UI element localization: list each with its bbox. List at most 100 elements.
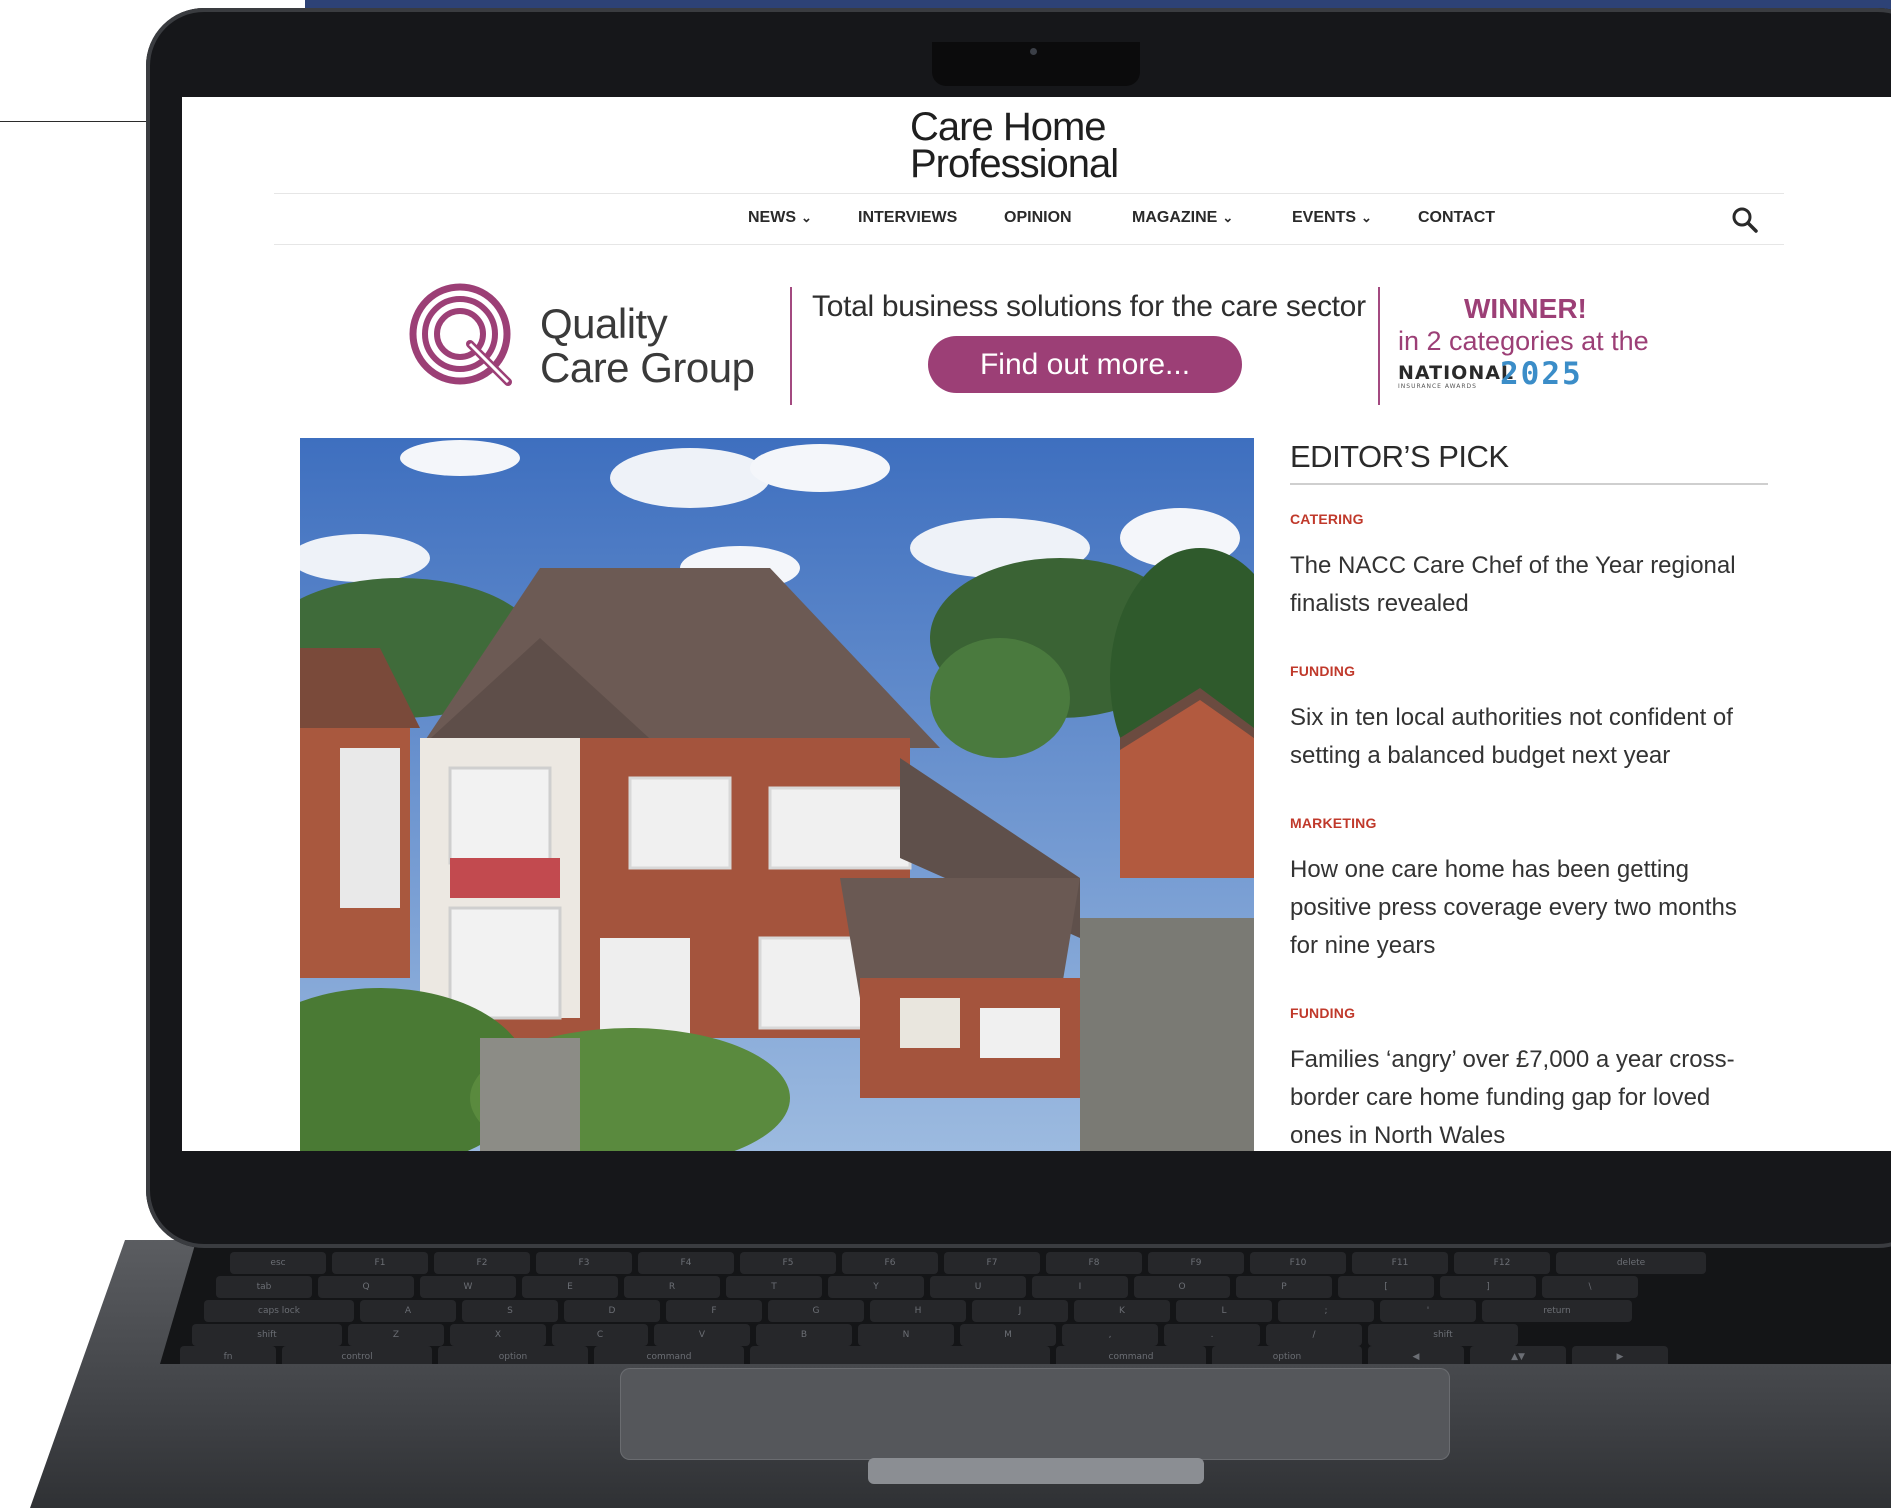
keyboard-key: W (420, 1276, 516, 1298)
site-logo-line1: Care Home (910, 105, 1107, 149)
keyboard-key: ' (1380, 1300, 1476, 1322)
nav-label: MAGAZINE (1132, 209, 1218, 226)
keyboard-key: D (564, 1300, 660, 1322)
article-headline[interactable]: How one care home has been getting posit… (1290, 851, 1760, 965)
nav-label: CONTACT (1418, 209, 1496, 226)
nav-item-opinion[interactable]: OPINION (1004, 209, 1072, 227)
search-icon[interactable] (1730, 205, 1760, 235)
key-row-top: tab Q W E R T Y U I O P [] \ (216, 1276, 1638, 1298)
keyboard-key: S (462, 1300, 558, 1322)
article-category[interactable]: CATERING (1290, 511, 1364, 527)
keyboard-key: \ (1542, 1276, 1638, 1298)
keyboard-key: R (624, 1276, 720, 1298)
article-category[interactable]: MARKETING (1290, 815, 1377, 831)
keyboard-key: V (654, 1324, 750, 1346)
ad-brand-line2: Care Group (540, 344, 755, 391)
keyboard-key: . (1164, 1324, 1260, 1346)
keyboard-key: F2 (434, 1252, 530, 1274)
keyboard-key: F10 (1250, 1252, 1346, 1274)
article-headline[interactable]: The NACC Care Chef of the Year regional … (1290, 547, 1760, 623)
laptop-lip (868, 1458, 1204, 1484)
ad-tagline: Total business solutions for the care se… (812, 290, 1366, 323)
keyboard-key: shift (1368, 1324, 1518, 1346)
keyboard-key: , (1062, 1324, 1158, 1346)
camera-icon (1030, 48, 1037, 55)
nav-item-events[interactable]: EVENTS ⌄ (1292, 209, 1372, 227)
keyboard-key: F12 (1454, 1252, 1550, 1274)
quality-care-logo-icon (409, 283, 512, 386)
ad-winner-detail: in 2 categories at the (1398, 326, 1649, 356)
ad-award-name: NATIONAL (1398, 362, 1515, 384)
ad-brand-name: Quality Care Group (540, 302, 755, 391)
nav-label: EVENTS (1292, 209, 1357, 226)
keyboard-key: P (1236, 1276, 1332, 1298)
site-logo[interactable]: Care Home Professional (910, 105, 1119, 186)
keyboard-key: F8 (1046, 1252, 1142, 1274)
ad-award-sub: INSURANCE AWARDS (1398, 383, 1477, 390)
keyboard-key: [ (1338, 1276, 1434, 1298)
nav-item-interviews[interactable]: INTERVIEWS (858, 209, 957, 227)
keyboard-key: F11 (1352, 1252, 1448, 1274)
keyboard-key: caps lock (204, 1300, 354, 1322)
keyboard-key: Y (828, 1276, 924, 1298)
keyboard-key: B (756, 1324, 852, 1346)
nav-label: NEWS (748, 209, 796, 226)
nav-item-magazine[interactable]: MAGAZINE ⌄ (1132, 209, 1233, 227)
keyboard-key: I (1032, 1276, 1128, 1298)
keyboard-key: X (450, 1324, 546, 1346)
article-headline[interactable]: Six in ten local authorities not confide… (1290, 699, 1760, 775)
decorative-line (0, 121, 150, 122)
keyboard-key: M (960, 1324, 1056, 1346)
keyboard-key: delete (1556, 1252, 1706, 1274)
key-row-home: caps lock A S D F G H J K L; ' return (204, 1300, 1632, 1322)
trackpad (620, 1368, 1450, 1460)
keyboard-key: H (870, 1300, 966, 1322)
article-headline[interactable]: Families ‘angry’ over £7,000 a year cros… (1290, 1041, 1760, 1151)
keyboard-key: G (768, 1300, 864, 1322)
ad-divider (1378, 287, 1380, 405)
keyboard-key: J (972, 1300, 1068, 1322)
editors-pick-title: EDITOR’S PICK (1290, 439, 1509, 474)
keyboard-key: F6 (842, 1252, 938, 1274)
nav-label: OPINION (1004, 209, 1072, 226)
main-nav: NEWS ⌄ INTERVIEWS OPINION MAGAZINE ⌄ EVENT… (274, 193, 1784, 245)
keyboard-key: tab (216, 1276, 312, 1298)
hero-article-image[interactable] (300, 438, 1254, 1151)
article-category[interactable]: FUNDING (1290, 1005, 1355, 1021)
keyboard-key: A (360, 1300, 456, 1322)
key-row-bottom: shift Z X C V B N M,. / shift (192, 1324, 1518, 1346)
keyboard-key: N (858, 1324, 954, 1346)
keyboard-key: K (1074, 1300, 1170, 1322)
keyboard-key: esc (230, 1252, 326, 1274)
keyboard-key: F5 (740, 1252, 836, 1274)
keyboard-key: Q (318, 1276, 414, 1298)
article-category[interactable]: FUNDING (1290, 663, 1355, 679)
keyboard-key: F (666, 1300, 762, 1322)
find-out-more-button[interactable]: Find out more... (928, 336, 1242, 393)
keyboard-key: shift (192, 1324, 342, 1346)
keyboard-key: ; (1278, 1300, 1374, 1322)
keyboard-key: F7 (944, 1252, 1040, 1274)
keyboard-key: / (1266, 1324, 1362, 1346)
keyboard-key: F9 (1148, 1252, 1244, 1274)
chevron-down-icon: ⌄ (1222, 210, 1234, 225)
nav-item-news[interactable]: NEWS ⌄ (748, 209, 812, 227)
browser-screen: Care Home Professional NEWS ⌄ INTERVIEWS … (182, 97, 1891, 1151)
chevron-down-icon: ⌄ (801, 210, 812, 225)
laptop-keyboard: esc F1 F2 F3 F4 F5 F6 F7 F8 F9 F10 F11 F12 delete tab… (160, 1246, 1891, 1364)
editors-pick-divider (1290, 483, 1768, 485)
site-logo-line2: Professional (910, 142, 1119, 186)
keyboard-key: ] (1440, 1276, 1536, 1298)
laptop-mockup: esc F1 F2 F3 F4 F5 F6 F7 F8 F9 F10 F11 F12 delete tab… (0, 0, 1891, 1508)
keyboard-key: C (552, 1324, 648, 1346)
care-home-photo (300, 438, 1254, 1151)
keyboard-key: L (1176, 1300, 1272, 1322)
keyboard-key: U (930, 1276, 1026, 1298)
keyboard-key: Z (348, 1324, 444, 1346)
keyboard-key: T (726, 1276, 822, 1298)
nav-label: INTERVIEWS (858, 209, 958, 226)
nav-item-contact[interactable]: CONTACT (1418, 209, 1495, 227)
keyboard-key: F4 (638, 1252, 734, 1274)
keyboard-key: F1 (332, 1252, 428, 1274)
keyboard-key: return (1482, 1300, 1632, 1322)
